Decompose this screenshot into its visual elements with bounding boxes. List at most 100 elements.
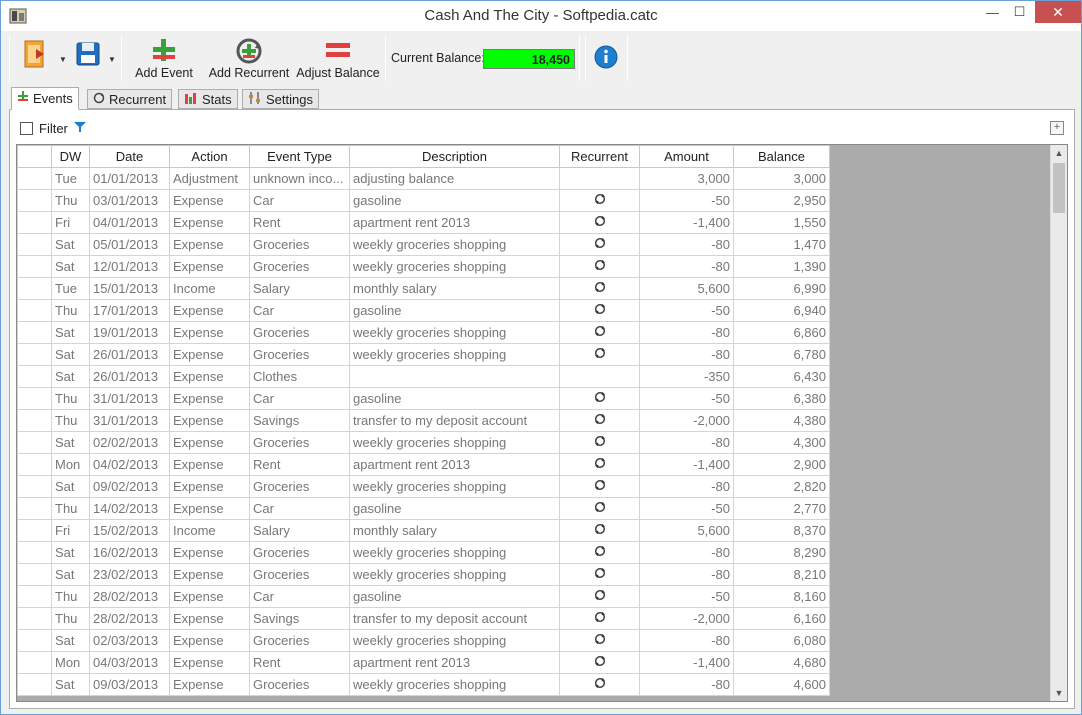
cell-action[interactable]: Expense: [169, 189, 250, 212]
cell-description[interactable]: gasoline: [349, 387, 560, 410]
column-header-amount[interactable]: Amount: [639, 145, 734, 168]
cell-dw[interactable]: Tue: [51, 167, 90, 190]
cell-description[interactable]: apartment rent 2013: [349, 651, 560, 674]
cell-dw[interactable]: Sat: [51, 629, 90, 652]
cell-balance[interactable]: 1,550: [733, 211, 830, 234]
cell-description[interactable]: weekly groceries shopping: [349, 541, 560, 564]
cell-dw[interactable]: Fri: [51, 211, 90, 234]
expand-icon[interactable]: +: [1050, 121, 1064, 135]
cell-amount[interactable]: -80: [639, 673, 734, 696]
cell-balance[interactable]: 4,380: [733, 409, 830, 432]
minimize-button[interactable]: —: [979, 1, 1006, 23]
cell-description[interactable]: gasoline: [349, 299, 560, 322]
row-header[interactable]: [17, 431, 52, 454]
filter-checkbox[interactable]: [20, 121, 33, 135]
vertical-scrollbar[interactable]: ▲ ▼: [1050, 145, 1067, 701]
cell-recurrent[interactable]: [559, 585, 640, 608]
open-file-button[interactable]: [19, 33, 51, 83]
cell-event-type[interactable]: Car: [249, 387, 350, 410]
cell-action[interactable]: Expense: [169, 233, 250, 256]
column-header-event-type[interactable]: Event Type: [249, 145, 350, 168]
cell-dw[interactable]: Thu: [51, 409, 90, 432]
cell-balance[interactable]: 1,390: [733, 255, 830, 278]
cell-action[interactable]: Expense: [169, 607, 250, 630]
cell-event-type[interactable]: Groceries: [249, 563, 350, 586]
table-row[interactable]: Sat 05/01/2013 Expense Groceries weekly groc…: [17, 233, 830, 256]
cell-recurrent[interactable]: [559, 343, 640, 366]
cell-dw[interactable]: Tue: [51, 277, 90, 300]
table-row[interactable]: Thu 31/01/2013 Expense Car gasoline -50 6,380: [17, 387, 830, 410]
cell-event-type[interactable]: Car: [249, 189, 350, 212]
table-row[interactable]: Sat 12/01/2013 Expense Groceries weekly groc…: [17, 255, 830, 278]
row-header[interactable]: [17, 519, 52, 542]
cell-amount[interactable]: -50: [639, 387, 734, 410]
cell-action[interactable]: Expense: [169, 343, 250, 366]
cell-event-type[interactable]: unknown inco...: [249, 167, 350, 190]
cell-date[interactable]: 04/03/2013: [89, 651, 170, 674]
add-event-button[interactable]: Add Event: [129, 33, 199, 83]
cell-action[interactable]: Adjustment: [169, 167, 250, 190]
cell-description[interactable]: apartment rent 2013: [349, 211, 560, 234]
cell-event-type[interactable]: Rent: [249, 453, 350, 476]
cell-balance[interactable]: 2,820: [733, 475, 830, 498]
maximize-button[interactable]: ☐: [1006, 1, 1033, 23]
cell-action[interactable]: Expense: [169, 673, 250, 696]
tab-recurrent[interactable]: Recurrent: [87, 89, 173, 109]
cell-event-type[interactable]: Groceries: [249, 255, 350, 278]
table-row[interactable]: Thu 14/02/2013 Expense Car gasoline -50 2,770: [17, 497, 830, 520]
cell-action[interactable]: Expense: [169, 651, 250, 674]
column-header-balance[interactable]: Balance: [733, 145, 830, 168]
row-header[interactable]: [17, 453, 52, 476]
row-header[interactable]: [17, 497, 52, 520]
cell-recurrent[interactable]: [559, 431, 640, 454]
cell-event-type[interactable]: Groceries: [249, 629, 350, 652]
cell-date[interactable]: 16/02/2013: [89, 541, 170, 564]
cell-event-type[interactable]: Rent: [249, 211, 350, 234]
cell-dw[interactable]: Sat: [51, 673, 90, 696]
cell-event-type[interactable]: Groceries: [249, 321, 350, 344]
table-row[interactable]: Tue 01/01/2013 Adjustment unknown inco... ad…: [17, 167, 830, 190]
row-header[interactable]: [17, 541, 52, 564]
cell-dw[interactable]: Sat: [51, 475, 90, 498]
cell-recurrent[interactable]: [559, 233, 640, 256]
cell-balance[interactable]: 6,940: [733, 299, 830, 322]
cell-dw[interactable]: Thu: [51, 497, 90, 520]
cell-event-type[interactable]: Car: [249, 585, 350, 608]
cell-balance[interactable]: 8,290: [733, 541, 830, 564]
cell-date[interactable]: 15/02/2013: [89, 519, 170, 542]
cell-balance[interactable]: 4,680: [733, 651, 830, 674]
cell-balance[interactable]: 2,900: [733, 453, 830, 476]
cell-event-type[interactable]: Salary: [249, 277, 350, 300]
cell-action[interactable]: Expense: [169, 365, 250, 388]
cell-amount[interactable]: -80: [639, 255, 734, 278]
cell-amount[interactable]: 5,600: [639, 277, 734, 300]
cell-balance[interactable]: 4,600: [733, 673, 830, 696]
cell-event-type[interactable]: Groceries: [249, 431, 350, 454]
cell-date[interactable]: 09/02/2013: [89, 475, 170, 498]
cell-dw[interactable]: Mon: [51, 453, 90, 476]
cell-balance[interactable]: 6,160: [733, 607, 830, 630]
row-header[interactable]: [17, 607, 52, 630]
cell-description[interactable]: gasoline: [349, 497, 560, 520]
cell-event-type[interactable]: Salary: [249, 519, 350, 542]
table-row[interactable]: Thu 17/01/2013 Expense Car gasoline -50 6,940: [17, 299, 830, 322]
cell-date[interactable]: 03/01/2013: [89, 189, 170, 212]
table-row[interactable]: Sat 02/02/2013 Expense Groceries weekly groc…: [17, 431, 830, 454]
cell-amount[interactable]: -80: [639, 541, 734, 564]
cell-description[interactable]: weekly groceries shopping: [349, 233, 560, 256]
table-row[interactable]: Mon 04/02/2013 Expense Rent apartment rent 2…: [17, 453, 830, 476]
cell-action[interactable]: Expense: [169, 563, 250, 586]
cell-description[interactable]: weekly groceries shopping: [349, 255, 560, 278]
cell-action[interactable]: Expense: [169, 409, 250, 432]
cell-balance[interactable]: 8,160: [733, 585, 830, 608]
cell-amount[interactable]: -2,000: [639, 409, 734, 432]
cell-balance[interactable]: 2,770: [733, 497, 830, 520]
table-row[interactable]: Sat 16/02/2013 Expense Groceries weekly groc…: [17, 541, 830, 564]
about-button[interactable]: [591, 33, 621, 83]
cell-description[interactable]: weekly groceries shopping: [349, 673, 560, 696]
cell-event-type[interactable]: Car: [249, 497, 350, 520]
cell-dw[interactable]: Thu: [51, 585, 90, 608]
table-row[interactable]: Fri 04/01/2013 Expense Rent apartment rent 2…: [17, 211, 830, 234]
cell-amount[interactable]: 3,000: [639, 167, 734, 190]
cell-description[interactable]: weekly groceries shopping: [349, 475, 560, 498]
